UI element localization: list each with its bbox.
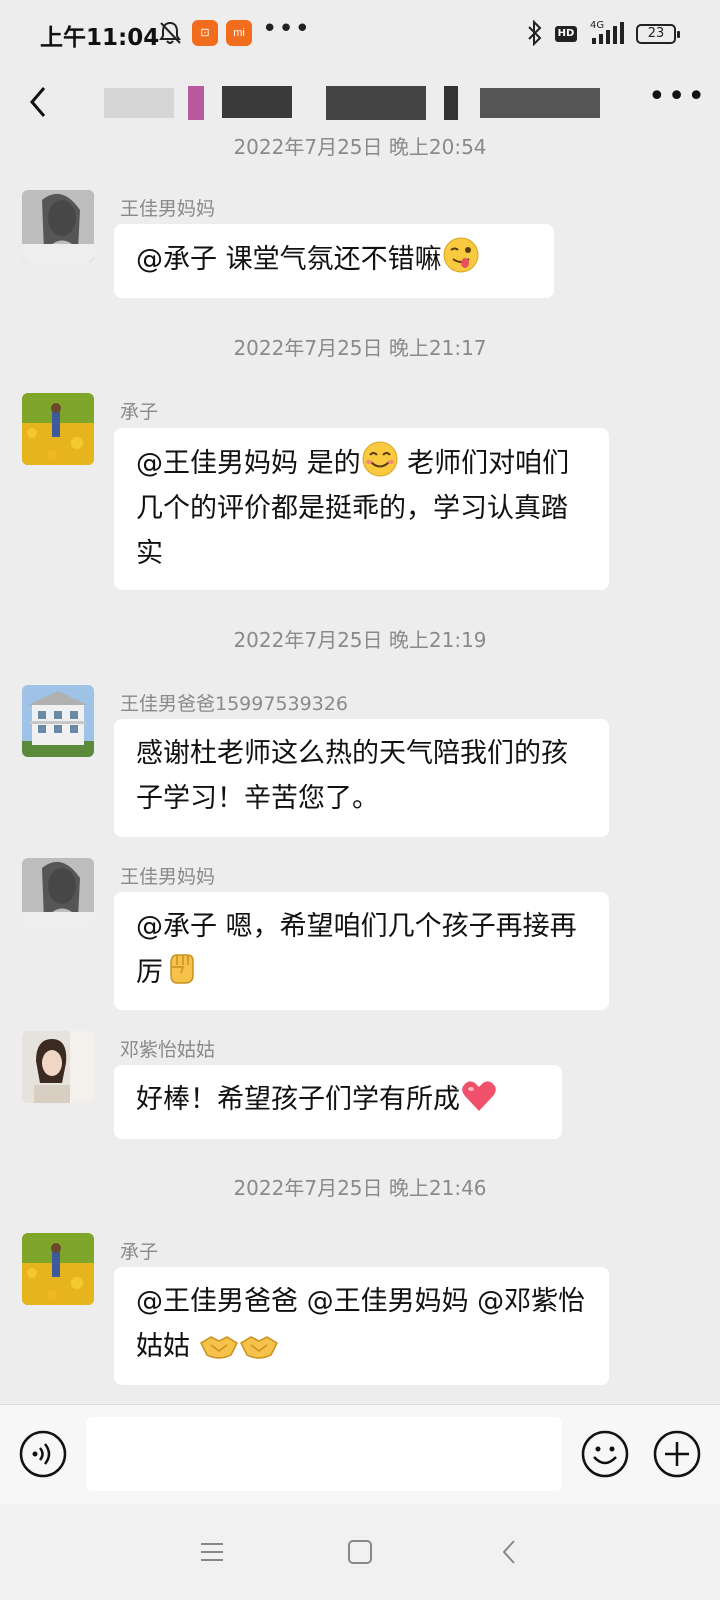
- hd-icon: HD: [555, 26, 577, 42]
- heart-emoji: [462, 1081, 496, 1111]
- message-bubble[interactable]: @承子 课堂气氛还不错嘛: [114, 224, 554, 298]
- back-button[interactable]: [20, 80, 56, 124]
- sender-name: 邓紫怡姑姑: [120, 1039, 216, 1061]
- avatar[interactable]: [22, 685, 94, 757]
- status-time: 上午11:04: [40, 25, 160, 51]
- input-bar: [0, 1404, 720, 1505]
- status-bar: 上午11:04 ⊡ mi ••• HD 4G 23: [0, 0, 720, 70]
- sender-name: 王佳男妈妈: [120, 866, 216, 888]
- battery-icon: 23: [636, 24, 680, 44]
- chat-title-redacted: [104, 86, 624, 124]
- message-text: @王佳男妈妈 是的: [136, 448, 361, 479]
- more-options-button[interactable]: •••: [648, 82, 707, 112]
- menu-icon[interactable]: [192, 1532, 232, 1572]
- message-text: 感谢杜老师这么热的天气陪我们的孩子学习！辛苦您了。: [136, 738, 568, 814]
- wink-tongue-emoji: [443, 237, 479, 273]
- sender-name: 承子: [120, 1241, 159, 1263]
- timestamp: 2022年7月25日 晚上20:54: [233, 135, 487, 159]
- timestamp: 2022年7月25日 晚上21:17: [233, 336, 487, 360]
- more-notifications-icon: •••: [262, 14, 312, 44]
- message-bubble[interactable]: @王佳男妈妈 是的 老师们对咱们几个的评价都是挺乖的，学习认真踏实: [114, 428, 609, 590]
- handshake-emoji: [239, 1336, 278, 1359]
- fist-emoji: [170, 954, 194, 984]
- smile-emoji: [362, 441, 398, 477]
- mi-app-icon: mi: [226, 20, 252, 46]
- back-icon[interactable]: [490, 1532, 530, 1572]
- message-bubble[interactable]: @王佳男爸爸 @王佳男妈妈 @邓紫怡姑姑: [114, 1267, 609, 1385]
- message-bubble[interactable]: @承子 嗯，希望咱们几个孩子再接再厉: [114, 892, 609, 1010]
- avatar[interactable]: [22, 858, 94, 930]
- message-input[interactable]: [86, 1417, 562, 1491]
- timestamp: 2022年7月25日 晚上21:46: [233, 1176, 487, 1200]
- mute-bell-icon: [159, 21, 181, 44]
- sender-name: 承子: [120, 401, 159, 423]
- shop-app-icon: ⊡: [192, 20, 218, 46]
- message-text: @承子 嗯，希望咱们几个孩子再接再厉: [136, 911, 577, 988]
- plus-icon[interactable]: [652, 1429, 702, 1479]
- avatar[interactable]: [22, 393, 94, 465]
- system-nav-bar: [0, 1504, 720, 1600]
- sender-name: 王佳男爸爸15997539326: [120, 693, 348, 715]
- avatar[interactable]: [22, 1031, 94, 1103]
- smiley-icon[interactable]: [580, 1429, 630, 1479]
- message-bubble[interactable]: 好棒！希望孩子们学有所成: [114, 1065, 562, 1139]
- signal-icon: [592, 22, 624, 44]
- bluetooth-icon: [528, 20, 542, 46]
- sender-name: 王佳男妈妈: [120, 198, 216, 220]
- voice-icon[interactable]: [18, 1429, 68, 1479]
- message-bubble[interactable]: 感谢杜老师这么热的天气陪我们的孩子学习！辛苦您了。: [114, 719, 609, 837]
- message-text: 好棒！希望孩子们学有所成: [136, 1084, 460, 1115]
- chat-header: •••: [0, 70, 720, 140]
- handshake-emoji: [199, 1336, 238, 1359]
- timestamp: 2022年7月25日 晚上21:19: [233, 628, 487, 652]
- avatar[interactable]: [22, 1233, 94, 1305]
- home-icon[interactable]: [340, 1532, 380, 1572]
- avatar[interactable]: [22, 190, 94, 262]
- message-text: @承子 课堂气氛还不错嘛: [136, 244, 442, 275]
